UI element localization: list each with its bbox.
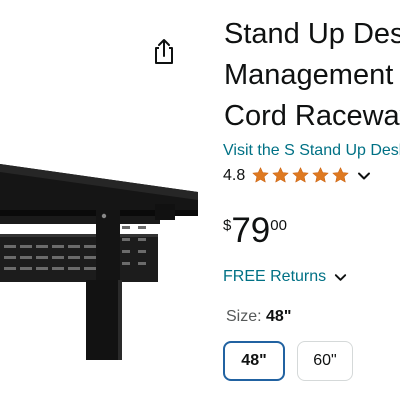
star-icon <box>292 167 310 183</box>
price: $ 79 00 <box>223 212 287 250</box>
rating-row[interactable]: 4.8 <box>223 166 372 185</box>
share-icon <box>155 39 173 64</box>
free-returns-link[interactable]: FREE Returns <box>223 268 348 286</box>
star-rating <box>251 166 350 185</box>
product-title: Stand Up Desk Management Cord Raceway <box>224 14 400 137</box>
size-option-60[interactable]: 60" <box>297 341 353 381</box>
rating-value: 4.8 <box>223 166 246 184</box>
star-icon <box>272 167 290 183</box>
chevron-down-icon[interactable] <box>356 168 372 184</box>
size-option-48[interactable]: 48" <box>223 341 285 381</box>
price-whole: 79 <box>231 211 271 250</box>
title-line: Management <box>224 59 394 91</box>
price-currency: $ <box>223 217 232 234</box>
share-button[interactable] <box>150 36 178 66</box>
price-fraction: 00 <box>270 217 287 234</box>
size-label-text: Size: <box>226 308 267 325</box>
product-image[interactable] <box>0 150 205 360</box>
title-line: Stand Up Desk <box>224 18 400 50</box>
star-icon <box>332 167 350 183</box>
chevron-down-icon <box>335 273 347 281</box>
free-returns-label: FREE Returns <box>223 268 327 285</box>
title-line: Cord Raceway <box>224 100 400 132</box>
star-icon <box>252 167 270 183</box>
size-label: Size: 48" <box>226 308 291 326</box>
size-selected-value: 48" <box>266 308 292 325</box>
brand-store-link[interactable]: Visit the S Stand Up Desk <box>223 142 400 160</box>
star-icon <box>312 167 330 183</box>
